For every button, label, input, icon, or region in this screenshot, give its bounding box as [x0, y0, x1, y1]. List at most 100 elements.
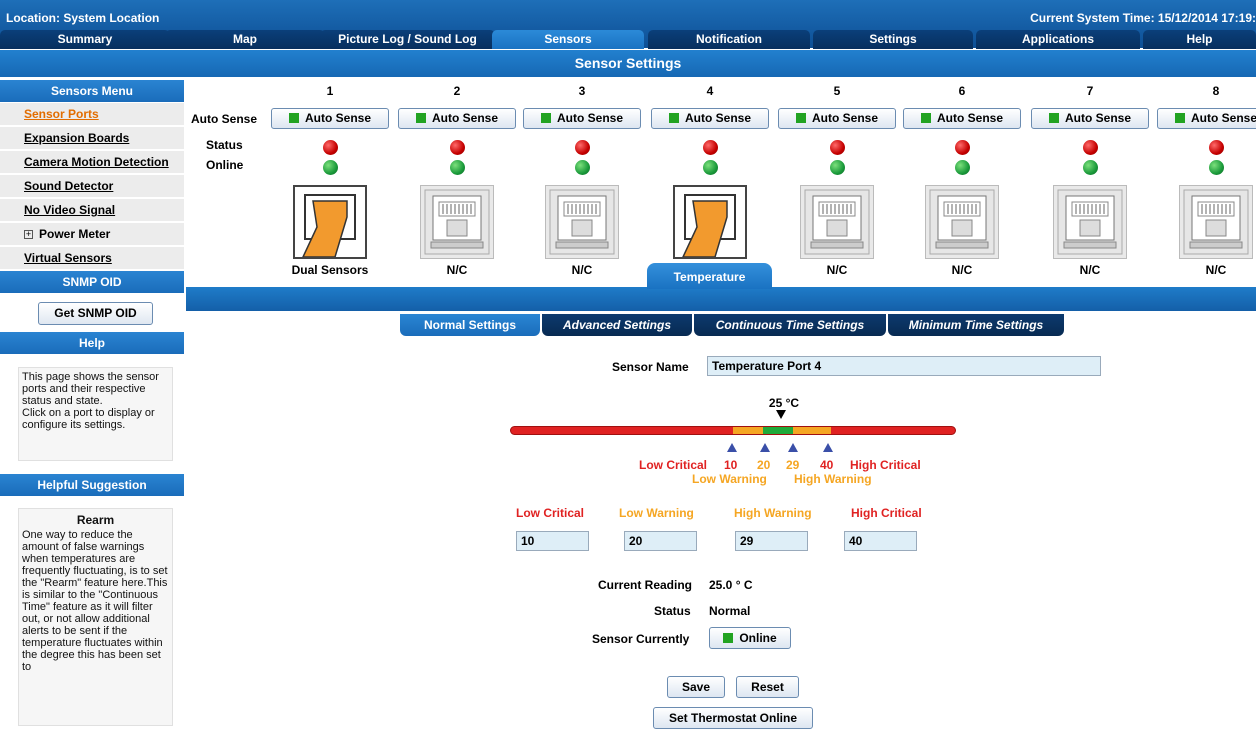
port-label: N/C	[1205, 263, 1227, 277]
auto-sense-indicator-icon	[920, 113, 931, 123]
auto-sense-button[interactable]: Auto Sense	[1157, 108, 1256, 129]
tab-advanced-settings[interactable]: Advanced Settings	[542, 314, 692, 336]
port-number: 2	[453, 84, 461, 98]
auto-sense-indicator-icon	[795, 113, 806, 123]
page-title: Sensor Settings	[0, 50, 1256, 77]
save-button[interactable]: Save	[667, 676, 725, 698]
status-led-icon	[1209, 140, 1224, 155]
online-indicator-icon	[723, 633, 734, 643]
tab-notification[interactable]: Notification	[648, 30, 810, 49]
set-thermostat-online-button[interactable]: Set Thermostat Online	[653, 707, 813, 729]
port-jack-empty-icon[interactable]	[545, 185, 619, 259]
threshold-slider[interactable]	[510, 426, 956, 435]
port-number: 1	[326, 84, 334, 98]
slider-value-40: 40	[820, 458, 834, 472]
help-text: This page shows the sensor ports and the…	[18, 367, 173, 461]
selected-port-tab[interactable]: Temperature	[647, 263, 772, 289]
online-led-icon	[1209, 160, 1224, 175]
normal-band	[763, 427, 793, 434]
port-number: 4	[706, 84, 714, 98]
high-warning-handle-icon[interactable]	[788, 443, 798, 452]
online-toggle-label: Online	[739, 631, 777, 645]
online-toggle-button[interactable]: Online	[709, 627, 791, 649]
auto-sense-label: Auto Sense	[1064, 111, 1131, 125]
online-led-icon	[830, 160, 845, 175]
slider-value-20: 20	[757, 458, 771, 472]
port-jack-empty-icon[interactable]	[1053, 185, 1127, 259]
port-jack-empty-icon[interactable]	[800, 185, 874, 259]
low-critical-input[interactable]	[516, 531, 589, 551]
sensor-name-label: Sensor Name	[612, 360, 689, 374]
port-label: N/C	[571, 263, 593, 277]
auto-sense-indicator-icon	[1174, 113, 1185, 123]
reset-button[interactable]: Reset	[736, 676, 799, 698]
auto-sense-button[interactable]: Auto Sense	[523, 108, 641, 129]
tab-minimum-time-settings[interactable]: Minimum Time Settings	[888, 314, 1064, 336]
tab-sensors[interactable]: Sensors	[492, 30, 644, 49]
auto-sense-button[interactable]: Auto Sense	[271, 108, 389, 129]
port-jack-empty-icon[interactable]	[925, 185, 999, 259]
status-led-icon	[1083, 140, 1098, 155]
sidebar-item-no-video-signal[interactable]: No Video Signal	[0, 199, 184, 222]
help-title: Help	[0, 332, 184, 354]
auto-sense-button[interactable]: Auto Sense	[778, 108, 896, 129]
port-detail-bar	[186, 287, 1256, 311]
status-label: Status	[654, 604, 691, 618]
auto-sense-indicator-icon	[288, 113, 299, 123]
tab-help[interactable]: Help	[1143, 30, 1256, 49]
sidebar-item-virtual-sensors[interactable]: Virtual Sensors	[0, 247, 184, 270]
tab-settings[interactable]: Settings	[813, 30, 973, 49]
online-led-icon	[703, 160, 718, 175]
current-temp-pointer-icon	[776, 410, 786, 419]
low-warning-handle-icon[interactable]	[760, 443, 770, 452]
port-jack-plugged-icon[interactable]	[293, 185, 367, 259]
low-critical-handle-icon[interactable]	[727, 443, 737, 452]
sensor-currently-label: Sensor Currently	[592, 632, 690, 646]
port-jack-empty-icon[interactable]	[1179, 185, 1253, 259]
high-critical-handle-icon[interactable]	[823, 443, 833, 452]
tab-applications[interactable]: Applications	[976, 30, 1140, 49]
auto-sense-button[interactable]: Auto Sense	[1031, 108, 1149, 129]
sensor-name-input[interactable]	[707, 356, 1101, 376]
tab-continuous-time-settings[interactable]: Continuous Time Settings	[694, 314, 886, 336]
current-reading-value: 25.0 ° C	[709, 578, 753, 592]
get-snmp-oid-button[interactable]: Get SNMP OID	[38, 302, 153, 325]
high-warning-label: High Warning	[734, 506, 812, 520]
online-led-icon	[323, 160, 338, 175]
status-led-icon	[703, 140, 718, 155]
sidebar-item-camera-motion[interactable]: Camera Motion Detection	[0, 151, 184, 174]
tab-normal-settings[interactable]: Normal Settings	[400, 314, 540, 336]
online-led-icon	[1083, 160, 1098, 175]
port-jack-plugged-icon[interactable]	[673, 185, 747, 259]
auto-sense-indicator-icon	[1048, 113, 1059, 123]
auto-sense-row-label: Auto Sense	[191, 112, 258, 126]
tab-summary[interactable]: Summary	[0, 30, 170, 49]
tab-map[interactable]: Map	[165, 30, 325, 49]
expand-plus-icon[interactable]: +	[24, 230, 33, 240]
auto-sense-indicator-icon	[668, 113, 679, 123]
port-label: N/C	[446, 263, 468, 277]
status-led-icon	[323, 140, 338, 155]
port-jack-empty-icon[interactable]	[420, 185, 494, 259]
sensors-menu-title: Sensors Menu	[0, 80, 184, 102]
sidebar-item-power-meter-label: Power Meter	[39, 227, 111, 241]
high-critical-input[interactable]	[844, 531, 917, 551]
sidebar-item-expansion-boards[interactable]: Expansion Boards	[0, 127, 184, 150]
slider-high-critical-label: High Critical	[850, 458, 921, 472]
high-critical-label: High Critical	[851, 506, 922, 520]
auto-sense-button[interactable]: Auto Sense	[398, 108, 516, 129]
auto-sense-button[interactable]: Auto Sense	[651, 108, 769, 129]
auto-sense-button[interactable]: Auto Sense	[903, 108, 1021, 129]
location-label: Location: System Location	[6, 11, 160, 25]
low-warning-input[interactable]	[624, 531, 697, 551]
sidebar-item-sound-detector[interactable]: Sound Detector	[0, 175, 184, 198]
high-warning-input[interactable]	[735, 531, 808, 551]
sidebar-item-power-meter[interactable]: + Power Meter	[0, 223, 184, 246]
sidebar-item-sensor-ports[interactable]: Sensor Ports	[0, 103, 184, 126]
status-value: Normal	[709, 604, 751, 618]
suggestion-text: One way to reduce the amount of false wa…	[22, 529, 168, 673]
auto-sense-label: Auto Sense	[431, 111, 498, 125]
low-warning-label: Low Warning	[619, 506, 694, 520]
tab-picture-log[interactable]: Picture Log / Sound Log	[320, 30, 495, 49]
online-led-icon	[575, 160, 590, 175]
